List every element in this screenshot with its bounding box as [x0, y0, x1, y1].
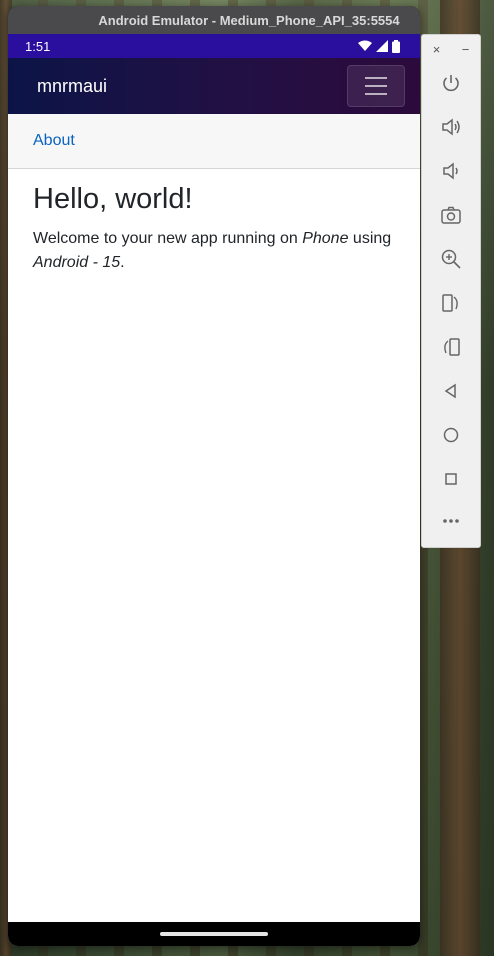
app-top-bar: mnrmaui	[8, 58, 420, 114]
gesture-handle[interactable]	[160, 932, 268, 936]
home-icon	[443, 427, 459, 443]
menu-line-icon	[365, 85, 387, 87]
welcome-prefix: Welcome to your new app running on	[33, 229, 303, 247]
main-content: Hello, world! Welcome to your new app ru…	[33, 182, 400, 275]
device-name: Phone	[302, 229, 349, 247]
rotate-left-button[interactable]	[422, 285, 480, 321]
volume-up-button[interactable]	[422, 109, 480, 145]
more-icon	[443, 519, 459, 523]
wifi-icon	[358, 40, 372, 51]
battery-icon	[392, 39, 400, 53]
zoom-button[interactable]	[422, 241, 480, 277]
status-time: 1:51	[25, 38, 51, 54]
status-bar: 1:51	[8, 34, 420, 58]
overview-button[interactable]	[422, 461, 480, 497]
welcome-text: Welcome to your new app running on Phone…	[33, 227, 400, 275]
signal-icon	[376, 40, 388, 52]
camera-icon	[441, 206, 461, 224]
zoom-in-icon	[441, 249, 461, 269]
menu-line-icon	[365, 93, 387, 95]
volume-down-button[interactable]	[422, 153, 480, 189]
volume-down-icon	[443, 162, 458, 180]
app-title[interactable]: mnrmaui	[37, 76, 347, 97]
window-title: Android Emulator - Medium_Phone_API_35:5…	[8, 6, 420, 34]
emulator-window: Android Emulator - Medium_Phone_API_35:5…	[8, 6, 420, 946]
status-icons	[358, 39, 400, 53]
navigation-gesture-bar	[8, 922, 420, 946]
more-button[interactable]	[422, 503, 480, 539]
back-icon	[444, 383, 456, 399]
welcome-suffix: .	[120, 253, 125, 271]
screenshot-button[interactable]	[422, 197, 480, 233]
rotate-right-icon	[444, 338, 460, 356]
page-heading: Hello, world!	[33, 183, 193, 215]
device-screen: 1:51 mnrmaui About Hello, world! Welcome…	[8, 34, 420, 946]
nav-strip: About	[8, 114, 420, 169]
back-button[interactable]	[422, 373, 480, 409]
minimize-button[interactable]: −	[462, 42, 470, 57]
welcome-middle: using	[348, 229, 392, 247]
rotate-right-button[interactable]	[422, 329, 480, 365]
hamburger-menu-button[interactable]	[347, 65, 405, 107]
emulator-toolbar: × −	[421, 34, 481, 548]
rotate-left-icon	[442, 294, 458, 312]
overview-icon	[445, 473, 457, 485]
power-icon	[443, 75, 459, 92]
home-button[interactable]	[422, 417, 480, 453]
power-button[interactable]	[422, 65, 480, 101]
close-button[interactable]: ×	[433, 42, 441, 57]
nav-link-about[interactable]: About	[33, 132, 75, 150]
menu-line-icon	[365, 77, 387, 79]
platform-name: Android - 15	[33, 253, 121, 271]
volume-up-icon	[442, 118, 460, 136]
